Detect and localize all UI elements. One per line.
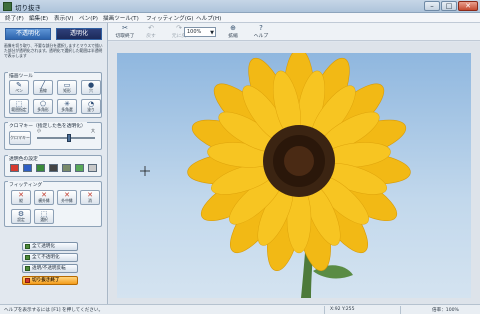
invert-transparency-button[interactable]: 透明/不透明反転 <box>22 264 78 273</box>
close-button[interactable]: ✕ <box>458 1 478 11</box>
opaque-mode-button[interactable]: 不透明化 <box>5 28 51 40</box>
minimize-button[interactable]: – <box>424 1 440 11</box>
chroma-key-group: クロマキー（指定した色を透明化） クロマキー 小 大 <box>4 122 102 150</box>
color-swatch[interactable] <box>36 164 45 172</box>
menu-view[interactable]: 表示(V) <box>54 14 73 22</box>
help-icon: ? <box>259 24 263 32</box>
opaque-icon <box>25 255 30 260</box>
color-swatch[interactable] <box>49 164 58 172</box>
rect-tool-button[interactable]: ▭ 矩形 <box>57 80 77 95</box>
color-swatch[interactable] <box>23 164 32 172</box>
sunflower-core <box>284 146 314 176</box>
fit-vertical-button[interactable]: ✕ 縦 <box>11 190 31 205</box>
menu-file[interactable]: 終了(F) <box>5 14 24 22</box>
color-swatch[interactable] <box>75 164 84 172</box>
zoom-icon: ⊕ <box>230 24 236 32</box>
color-swatch[interactable] <box>62 164 71 172</box>
fit-outer-edge-button[interactable]: ✕ 横外縁 <box>34 190 54 205</box>
left-panel: 不透明化 透明化 画像を切り取り、不要な部分を選択しますとマウスで描いた部分が透… <box>0 23 108 304</box>
app-window: 切り抜き – □ ✕ 終了(F) 編集(E) 表示(V) ペン(P) 描画ツール… <box>0 0 480 314</box>
line-tool-button[interactable]: ╱ 直線 <box>33 80 53 95</box>
fit-select-button[interactable]: ⬚ 選択 <box>34 209 54 224</box>
menu-bar: 終了(F) 編集(E) 表示(V) ペン(P) 描画ツール(T) フィッティング… <box>0 13 480 23</box>
fill-tool-button[interactable]: ◔ 塗り <box>81 99 101 114</box>
fit-inner-edge-button[interactable]: ✕ 外中縁 <box>57 190 77 205</box>
status-bar: ヘルプを表示するには [F1] を押してください。 X:92 Y:255 倍率：… <box>0 304 480 314</box>
magic-select-button[interactable]: ✳ 多角選 <box>57 99 77 114</box>
help-button[interactable]: ? ヘルプ <box>248 24 274 40</box>
transparent-mode-button[interactable]: 透明化 <box>56 28 102 40</box>
app-icon <box>3 2 12 11</box>
transparent-color-group: 透明色の設定 <box>4 155 102 177</box>
toolbar: ✂ 切取終了 ↶ 戻す ↷ 元に戻 100% ▼ ⊕ 拡縮 ? ヘルプ <box>108 23 480 41</box>
status-coords: X:92 Y:255 <box>330 307 355 312</box>
mode-description: 画像を切り取り、不要な部分を選択しますとマウスで描いた部分が透明化されます。透明… <box>4 43 103 58</box>
menu-draw-tools[interactable]: 描画ツール(T) <box>103 14 139 22</box>
window-title: 切り抜き <box>15 4 41 12</box>
status-hint: ヘルプを表示するには [F1] を押してください。 <box>4 308 104 313</box>
fitting-group: フィッティング ✕ 縦 ✕ 横外縁 ✕ 外中縁 ✕ 消 ⚙ 設定 ⬚ 選択 <box>4 181 102 227</box>
fit-settings-button[interactable]: ⚙ 設定 <box>11 209 31 224</box>
transparent-icon <box>25 244 30 249</box>
maximize-button[interactable]: □ <box>441 1 457 11</box>
color-swatch[interactable] <box>88 164 97 172</box>
redo-icon: ↷ <box>176 24 182 32</box>
fit-clear-button[interactable]: ✕ 消 <box>80 190 100 205</box>
undo-icon: ↶ <box>148 24 154 32</box>
menu-fitting[interactable]: フィッティング(G) <box>146 14 193 22</box>
menu-help[interactable]: ヘルプ(H) <box>196 14 221 22</box>
title-bar: 切り抜き – □ ✕ <box>0 0 480 13</box>
status-zoom: 倍率：100% <box>432 308 459 313</box>
chroma-slider-thumb[interactable] <box>66 134 71 142</box>
undo-button[interactable]: ↶ 戻す <box>138 24 164 40</box>
chroma-key-button[interactable]: クロマキー <box>9 131 31 145</box>
finish-cropping-button[interactable]: 切り抜き終了 <box>22 276 78 285</box>
image-canvas[interactable] <box>109 42 480 304</box>
draw-tools-group: 描画ツール ✎ ペン ╱ 直線 ▭ 矩形 ● 穴 ⬚ 範囲指定 ⬠ 多角形 ✳ 多角選 ◔ 塗り <box>4 72 102 118</box>
finish-icon <box>25 278 30 283</box>
pen-tool-button[interactable]: ✎ ペン <box>9 80 29 95</box>
color-swatch[interactable] <box>10 164 19 172</box>
all-opaque-button[interactable]: 全て不透明化 <box>22 253 78 262</box>
finish-crop-button[interactable]: ✂ 切取終了 <box>112 24 138 40</box>
sunflower-image <box>140 53 411 298</box>
menu-edit[interactable]: 編集(E) <box>29 14 48 22</box>
invert-icon <box>25 266 30 271</box>
range-tool-button[interactable]: ⬚ 範囲指定 <box>9 99 29 114</box>
crosshair-cursor-icon <box>140 166 150 176</box>
sunflower-photo[interactable] <box>117 53 471 298</box>
polygon-tool-button[interactable]: ⬠ 多角形 <box>33 99 53 114</box>
hole-tool-button[interactable]: ● 穴 <box>81 80 101 95</box>
scissors-icon: ✂ <box>122 24 128 32</box>
menu-pen[interactable]: ペン(P) <box>79 14 98 22</box>
zoom-button[interactable]: ⊕ 拡縮 <box>220 24 246 40</box>
zoom-select[interactable]: 100% ▼ <box>184 27 216 37</box>
all-transparent-button[interactable]: 全て透明化 <box>22 242 78 251</box>
chevron-down-icon: ▼ <box>210 30 214 36</box>
